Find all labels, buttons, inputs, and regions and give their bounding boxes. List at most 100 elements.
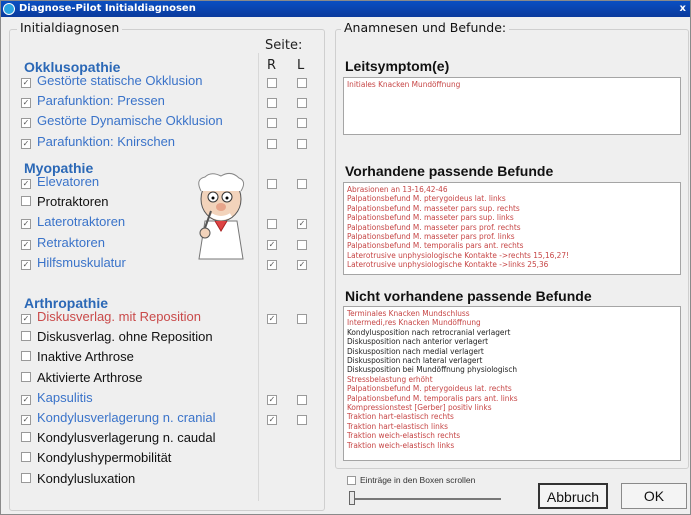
initialdiagnosen-label: Initialdiagnosen [17,20,123,35]
diagnosis-label: Kondylusverlagerung n. caudal [37,430,216,446]
diagnosis-label: Parafunktion: Pressen [37,93,165,109]
diagnosis-item[interactable]: ✓ Gestörte Dynamische Okklusion [21,113,223,129]
diagnosis-label: Kapsulitis [37,389,93,405]
side-right-checkbox[interactable] [267,138,277,149]
diagnosis-checkbox[interactable] [21,472,31,483]
diagnosis-label: Parafunktion: Knirschen [37,133,176,149]
diagnosis-label: Laterotraktoren [37,214,126,230]
diagnosis-checkbox[interactable] [21,371,31,382]
side-right-checkbox[interactable] [267,179,277,189]
diagnosis-checkbox[interactable]: ✓ [21,259,31,270]
side-left-checkbox[interactable] [297,239,307,250]
diagnosis-label: Kondylusverlagerung n. cranial [37,410,216,425]
diagnosis-checkbox[interactable]: ✓ [21,179,31,189]
side-left-checkbox[interactable] [297,314,307,324]
diagnosis-item[interactable]: ✓ Parafunktion: Pressen [21,93,165,109]
nicht-vorhandene-befunde-heading: Nicht vorhandene passende Befunde [345,288,592,304]
side-left-checkbox[interactable]: ✓ [297,259,307,270]
diagnosis-label: Protraktoren [37,194,109,210]
leitsymptom-listbox[interactable]: Initiales Knacken Mundöffnung [343,77,681,135]
diagnosis-item[interactable]: ✓ Parafunktion: Knirschen [21,134,175,149]
side-right-checkbox[interactable]: ✓ [267,239,277,250]
ok-button[interactable]: OK [621,483,687,509]
side-left-checkbox[interactable] [297,118,307,129]
seite-label: Seite: [265,38,303,53]
diagnosis-item[interactable]: ✓ Kondylusverlagerung n. cranial [21,410,216,425]
diagnosis-label: Aktivierte Arthrose [37,369,143,385]
dialog-window: Diagnose-Pilot Initialdiagnosen x Initia… [0,0,691,515]
diagnosis-checkbox[interactable]: ✓ [21,98,31,109]
diagnosis-checkbox[interactable]: ✓ [21,239,31,250]
side-right-checkbox[interactable]: ✓ [267,415,277,425]
diagnosis-label: Kondylusluxation [37,470,136,486]
diagnosis-label: Gestörte Dynamische Okklusion [37,113,223,129]
diagnosis-checkbox[interactable]: ✓ [21,219,31,230]
anamnesen-label: Anamnesen und Befunde: [341,20,510,35]
diagnosis-item[interactable]: ✓ Gestörte statische Okklusion [21,73,202,88]
diagnosis-item[interactable]: Kondylushypermobilität [21,450,171,465]
diagnosis-checkbox[interactable]: ✓ [21,314,31,324]
diagnosis-checkbox[interactable]: ✓ [21,394,31,405]
diagnosis-item[interactable]: Aktivierte Arthrose [21,370,143,385]
side-right-checkbox[interactable]: ✓ [267,314,277,324]
cancel-button[interactable]: Abbruch [538,483,608,509]
nicht-vorhandene-befunde-listbox[interactable]: Terminales Knacken Mundschluss Intermedi,… [343,306,681,461]
diagnosis-label: Inaktive Arthrose [37,349,134,365]
diagnosis-checkbox[interactable] [21,432,31,443]
side-right-checkbox[interactable] [267,219,277,230]
side-right-checkbox[interactable] [267,118,277,129]
side-left-checkbox[interactable] [297,78,307,88]
diagnosis-checkbox[interactable] [21,196,31,207]
side-left-checkbox[interactable] [297,394,307,405]
diagnosis-item[interactable]: Protraktoren [21,194,109,209]
diagnosis-label: Retraktoren [37,234,105,250]
close-icon[interactable]: x [680,1,686,17]
diagnosis-item[interactable]: ✓ Laterotraktoren [21,214,126,230]
diagnosis-checkbox[interactable] [21,452,31,463]
scroll-entries-checkbox[interactable]: Einträge in den Boxen scrollen [347,475,476,486]
side-left-checkbox[interactable] [297,179,307,189]
befund-list-item[interactable]: Laterotrusive unphysiologische Kontakte … [347,259,677,269]
doctor-mascot-icon [198,172,245,260]
side-left-checkbox[interactable] [297,415,307,425]
diagnosis-label: Diskusverlag. mit Reposition [37,309,202,324]
scroll-checkbox-label: Einträge in den Boxen scrollen [360,475,476,485]
title-bar: Diagnose-Pilot Initialdiagnosen x [1,1,690,17]
vorhandene-befunde-listbox[interactable]: Abrasionen an 13-16,42-46 Palpationsbefun… [343,182,681,275]
scroll-checkbox-box[interactable] [347,476,356,486]
side-right-checkbox[interactable] [267,98,277,109]
slider-track [351,498,501,500]
diagnosis-item[interactable]: ✓ Diskusverlag. mit Reposition [21,309,201,324]
diagnosis-label: Elevatoren [37,174,100,189]
diagnosis-item[interactable]: Inaktive Arthrose [21,349,134,364]
diagnosis-item[interactable]: ✓ Elevatoren [21,174,99,189]
diagnosis-item[interactable]: ✓ Kapsulitis [21,390,93,405]
diagnosis-item[interactable]: Kondylusluxation [21,471,135,486]
diagnosis-item[interactable]: ✓ Retraktoren [21,235,105,250]
app-icon [3,3,15,15]
side-left-checkbox[interactable] [297,98,307,109]
diagnosis-item[interactable]: ✓ Hilfsmuskulatur [21,255,126,270]
side-right-checkbox[interactable] [267,78,277,88]
diagnosis-item[interactable]: Diskusverlag. ohne Reposition [21,329,213,344]
diagnosis-label: Gestörte statische Okklusion [37,73,203,88]
diagnosis-checkbox[interactable] [21,331,31,342]
befund-list-item[interactable]: Traktion weich-elastisch links [347,440,677,450]
side-right-checkbox[interactable]: ✓ [267,394,277,405]
diagnosis-checkbox[interactable]: ✓ [21,415,31,425]
leitsymptom-heading: Leitsymptom(e) [345,58,450,74]
befund-list-item[interactable]: Initiales Knacken Mundöffnung [347,79,677,89]
diagnosis-checkbox[interactable]: ✓ [21,138,31,149]
slider-thumb[interactable] [349,491,355,505]
vorhandene-befunde-heading: Vorhandene passende Befunde [345,163,554,179]
scroll-slider[interactable] [347,491,503,505]
diagnosis-item[interactable]: Kondylusverlagerung n. caudal [21,430,216,445]
window-title: Diagnose-Pilot Initialdiagnosen [19,3,196,14]
diagnosis-checkbox[interactable] [21,351,31,362]
diagnosis-checkbox[interactable]: ✓ [21,78,31,88]
side-right-checkbox[interactable]: ✓ [267,259,277,270]
side-left-checkbox[interactable]: ✓ [297,219,307,230]
side-left-checkbox[interactable] [297,138,307,149]
diagnosis-label: Diskusverlag. ohne Reposition [37,329,213,345]
diagnosis-checkbox[interactable]: ✓ [21,118,31,129]
